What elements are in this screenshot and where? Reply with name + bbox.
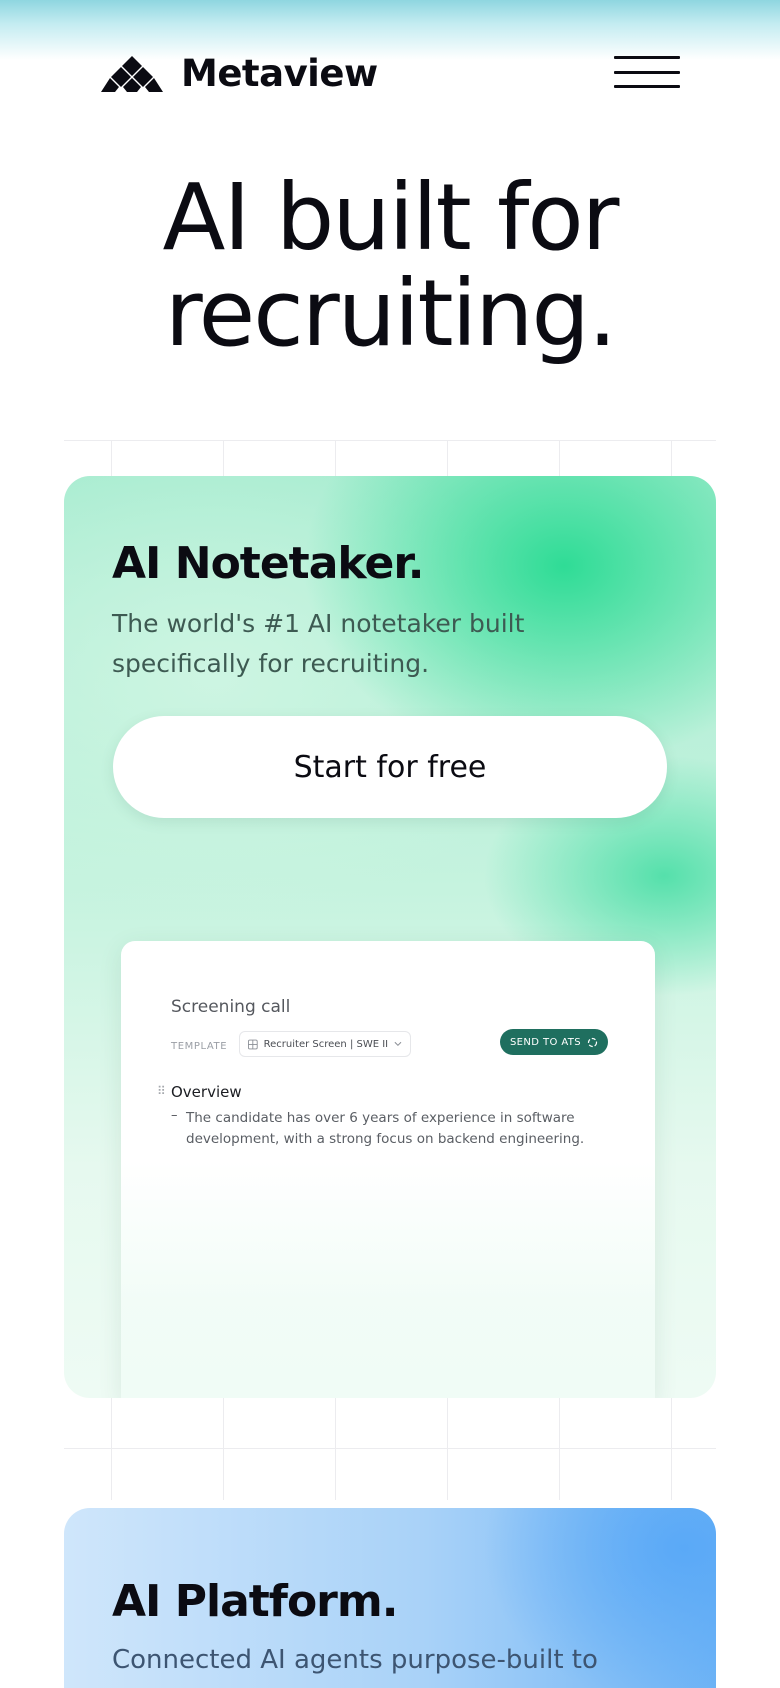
notetaker-subtitle: The world's #1 AI notetaker built specif… xyxy=(112,609,525,678)
chevron-down-icon xyxy=(394,1041,402,1047)
screening-call-preview: Screening call TEMPLATE Recruiter Screen… xyxy=(121,941,655,1398)
menu-button[interactable] xyxy=(614,56,682,88)
template-icon xyxy=(248,1039,258,1049)
drag-handle-icon[interactable]: ⠿ xyxy=(157,1084,166,1098)
overview-heading: Overview xyxy=(171,1083,242,1101)
hero-title-line-2: recruiting. xyxy=(164,260,617,367)
notetaker-card: AI Notetaker. The world's #1 AI notetake… xyxy=(64,476,716,1398)
sync-icon xyxy=(587,1037,598,1047)
hero-title-line-1: AI built for xyxy=(162,164,620,271)
preview-fade-overlay xyxy=(121,1161,655,1398)
hero-title: AI built for recruiting. xyxy=(0,170,780,362)
site-header: Metaview xyxy=(0,44,780,104)
preview-title: Screening call xyxy=(171,997,291,1017)
bullet-dash: – xyxy=(171,1108,178,1123)
send-to-ats-label: SEND TO ATS xyxy=(509,1036,582,1048)
logo[interactable]: Metaview xyxy=(97,52,378,95)
send-to-ats-button[interactable]: SEND TO ATS xyxy=(500,1029,608,1055)
overview-bullet-text: The candidate has over 6 years of experi… xyxy=(186,1110,585,1147)
platform-subtitle: Connected AI agents purpose-built to xyxy=(112,1645,598,1675)
hamburger-icon-line-top xyxy=(614,56,680,59)
platform-title: AI Platform. xyxy=(112,1576,398,1627)
start-for-free-button[interactable]: Start for free xyxy=(113,716,667,818)
platform-card: AI Platform. Connected AI agents purpose… xyxy=(64,1508,716,1688)
hamburger-icon-line-middle xyxy=(614,70,680,74)
template-label: TEMPLATE xyxy=(171,1041,228,1052)
template-value: Recruiter Screen | SWE II xyxy=(263,1038,389,1050)
hamburger-icon-line-bottom xyxy=(614,85,680,88)
notetaker-title: AI Notetaker. xyxy=(112,538,424,589)
logo-text: Metaview xyxy=(181,52,378,95)
metaview-logo-icon xyxy=(101,55,163,92)
template-select[interactable]: Recruiter Screen | SWE II xyxy=(239,1031,411,1057)
